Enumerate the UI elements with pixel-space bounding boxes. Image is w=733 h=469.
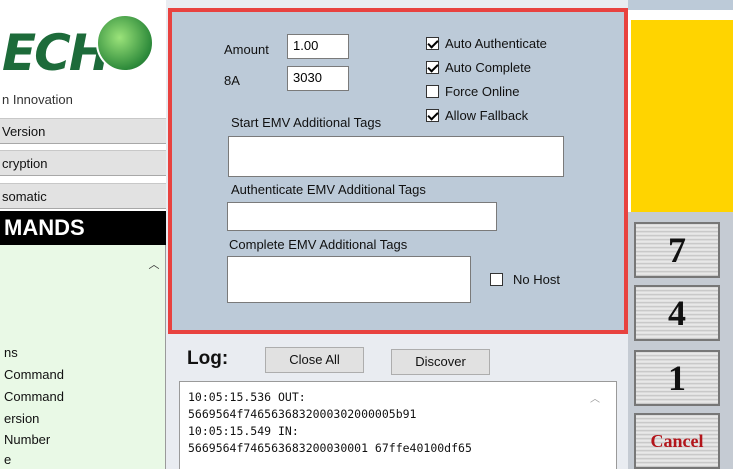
close-all-button[interactable]: Close All: [265, 347, 364, 373]
somatic-button[interactable]: somatic: [0, 183, 166, 209]
cancel-button[interactable]: Cancel: [634, 413, 720, 469]
list-item[interactable]: ns: [4, 345, 18, 360]
no-host-checkbox[interactable]: No Host: [490, 272, 560, 287]
commands-header: MANDS: [0, 211, 166, 245]
logo-area: ECH n Innovation: [0, 0, 166, 118]
checkbox-unchecked-icon: [426, 85, 439, 98]
left-panel: ECH n Innovation Version cryption somati…: [0, 0, 166, 469]
auth-tags-label: Authenticate EMV Additional Tags: [231, 182, 426, 197]
encryption-button[interactable]: cryption: [0, 150, 166, 176]
checkbox-checked-icon: [426, 61, 439, 74]
key-7-button[interactable]: 7: [634, 222, 720, 278]
log-output[interactable]: 10:05:15.536 OUT: 5669564f74656368320003…: [179, 381, 617, 469]
somatic-button-label: somatic: [2, 189, 47, 204]
tag-8a-field[interactable]: 3030: [287, 66, 349, 91]
no-host-label: No Host: [513, 272, 560, 287]
version-button[interactable]: Version: [0, 118, 166, 144]
encryption-button-label: cryption: [2, 156, 48, 171]
list-item[interactable]: e: [4, 452, 11, 467]
log-line: 5669564f7465636832000302000005b91: [188, 407, 417, 421]
log-label: Log:: [187, 348, 229, 369]
log-line: 10:05:15.549 IN:: [188, 424, 299, 438]
checkbox-checked-icon: [426, 109, 439, 122]
checkbox-unchecked-icon: [490, 273, 503, 286]
tag-8a-label: 8A: [224, 73, 240, 88]
log-scroll-up-icon[interactable]: ︿: [590, 390, 600, 405]
log-line: 10:05:15.536 OUT:: [188, 390, 306, 404]
status-display: [631, 20, 733, 212]
list-item[interactable]: Command: [4, 389, 64, 404]
auto-authenticate-label: Auto Authenticate: [445, 36, 547, 51]
auto-complete-label: Auto Complete: [445, 60, 531, 75]
force-online-checkbox[interactable]: Force Online: [426, 84, 519, 99]
auto-complete-checkbox[interactable]: Auto Complete: [426, 60, 531, 75]
auto-authenticate-checkbox[interactable]: Auto Authenticate: [426, 36, 547, 51]
close-all-button-label: Close All: [289, 352, 340, 367]
key-4-button[interactable]: 4: [634, 285, 720, 341]
log-line: 5669564f746563683200030001 67ffe40100df6…: [188, 441, 472, 455]
amount-label: Amount: [224, 42, 269, 57]
emv-config-panel: Amount 1.00 8A 3030 Auto Authenticate Au…: [168, 8, 628, 334]
key-1-button[interactable]: 1: [634, 350, 720, 406]
logo: ECH: [2, 24, 111, 82]
version-button-label: Version: [2, 124, 46, 139]
scroll-up-icon[interactable]: ︿: [147, 256, 161, 271]
right-top-strip: [628, 0, 733, 10]
discover-button-label: Discover: [415, 354, 466, 369]
amount-field[interactable]: 1.00: [287, 34, 349, 59]
auth-tags-field[interactable]: [227, 202, 497, 231]
globe-logo-icon: [96, 14, 154, 72]
allow-fallback-label: Allow Fallback: [445, 108, 529, 123]
list-item[interactable]: ersion: [4, 411, 39, 426]
list-item[interactable]: Command: [4, 367, 64, 382]
start-tags-label: Start EMV Additional Tags: [231, 115, 382, 130]
discover-button[interactable]: Discover: [391, 349, 490, 375]
complete-tags-field[interactable]: [227, 256, 471, 303]
start-tags-field[interactable]: [228, 136, 564, 177]
force-online-label: Force Online: [445, 84, 520, 99]
checkbox-checked-icon: [426, 37, 439, 50]
logo-subtitle: n Innovation: [2, 92, 73, 107]
complete-tags-label: Complete EMV Additional Tags: [229, 237, 408, 252]
allow-fallback-checkbox[interactable]: Allow Fallback: [426, 108, 528, 123]
list-item[interactable]: Number: [4, 432, 50, 447]
